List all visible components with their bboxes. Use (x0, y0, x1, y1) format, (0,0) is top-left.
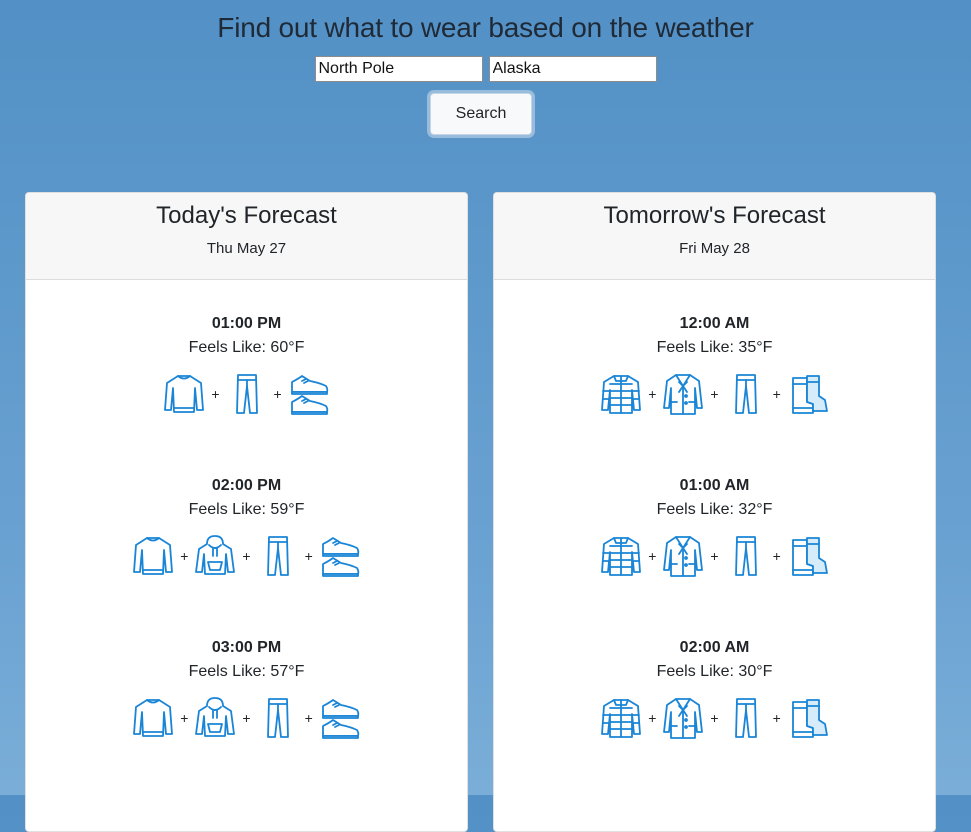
page-title: Find out what to wear based on the weath… (217, 12, 754, 43)
forecast-slot: 03:00 PM Feels Like: 57°F + + + (26, 639, 467, 741)
slot-time: 03:00 PM (211, 639, 282, 656)
hoodie-icon (194, 696, 236, 740)
clothing-icons: + + + (26, 533, 467, 579)
slot-feels-like: Feels Like: 57°F (188, 663, 305, 680)
clothing-icons: + + + (494, 533, 935, 579)
coat-icon (662, 696, 704, 740)
hoodie-icon (194, 534, 236, 578)
slot-feels-like: Feels Like: 59°F (188, 501, 305, 518)
plus-separator: + (710, 386, 719, 402)
slot-time: 01:00 PM (211, 315, 282, 332)
plus-separator: + (180, 710, 189, 726)
slot-feels-like: Feels Like: 60°F (188, 339, 305, 356)
city-input[interactable] (314, 56, 483, 82)
plus-separator: + (772, 710, 781, 726)
sneakers-icon (319, 534, 361, 578)
clothing-icons: + + + (494, 371, 935, 417)
tomorrow-forecast-card: Tomorrow's Forecast Fri May 28 12:00 AM … (493, 192, 936, 832)
slot-time: 02:00 AM (679, 639, 750, 656)
boots-icon (787, 372, 829, 416)
puffer-jacket-icon (600, 372, 642, 416)
plus-separator: + (273, 386, 282, 402)
pants-icon (257, 696, 299, 740)
sweater-icon (163, 372, 205, 416)
clothing-icons: + + + (494, 695, 935, 741)
pants-icon (725, 372, 767, 416)
plus-separator: + (180, 548, 189, 564)
forecast-slot: 12:00 AM Feels Like: 35°F + + + (494, 315, 935, 417)
pants-icon (226, 372, 268, 416)
forecast-slot: 01:00 AM Feels Like: 32°F + + + (494, 477, 935, 579)
tomorrow-card-title: Tomorrow's Forecast (603, 202, 826, 229)
today-card-header: Today's Forecast Thu May 27 (26, 193, 467, 280)
plus-separator: + (648, 710, 657, 726)
plus-separator: + (772, 386, 781, 402)
clothing-icons: + + + (26, 695, 467, 741)
slot-time: 12:00 AM (679, 315, 750, 332)
slot-time: 02:00 PM (211, 477, 282, 494)
boots-icon (787, 534, 829, 578)
forecast-slot: 01:00 PM Feels Like: 60°F + + (26, 315, 467, 417)
pants-icon (725, 696, 767, 740)
plus-separator: + (242, 710, 251, 726)
today-forecast-card: Today's Forecast Thu May 27 01:00 PM Fee… (25, 192, 468, 832)
plus-separator: + (710, 710, 719, 726)
today-card-date: Thu May 27 (206, 240, 287, 257)
forecast-slot: 02:00 PM Feels Like: 59°F + + + (26, 477, 467, 579)
boots-icon (787, 696, 829, 740)
region-input[interactable] (488, 56, 657, 82)
search-button[interactable]: Search (430, 93, 532, 135)
pants-icon (725, 534, 767, 578)
plus-separator: + (304, 548, 313, 564)
tomorrow-card-date: Fri May 28 (679, 240, 750, 257)
slot-feels-like: Feels Like: 35°F (656, 339, 773, 356)
plus-separator: + (648, 386, 657, 402)
plus-separator: + (242, 548, 251, 564)
slot-feels-like: Feels Like: 30°F (656, 663, 773, 680)
coat-icon (662, 372, 704, 416)
plus-separator: + (772, 548, 781, 564)
plus-separator: + (710, 548, 719, 564)
sweater-icon (132, 534, 174, 578)
today-card-title: Today's Forecast (156, 202, 337, 229)
puffer-jacket-icon (600, 534, 642, 578)
plus-separator: + (648, 548, 657, 564)
sneakers-icon (319, 696, 361, 740)
sweater-icon (132, 696, 174, 740)
clothing-icons: + + (26, 371, 467, 417)
pants-icon (257, 534, 299, 578)
search-form (0, 56, 971, 82)
plus-separator: + (211, 386, 220, 402)
puffer-jacket-icon (600, 696, 642, 740)
forecast-slot: 02:00 AM Feels Like: 30°F + + + (494, 639, 935, 741)
coat-icon (662, 534, 704, 578)
slot-time: 01:00 AM (679, 477, 750, 494)
slot-feels-like: Feels Like: 32°F (656, 501, 773, 518)
sneakers-icon (288, 372, 330, 416)
tomorrow-card-header: Tomorrow's Forecast Fri May 28 (494, 193, 935, 280)
plus-separator: + (304, 710, 313, 726)
